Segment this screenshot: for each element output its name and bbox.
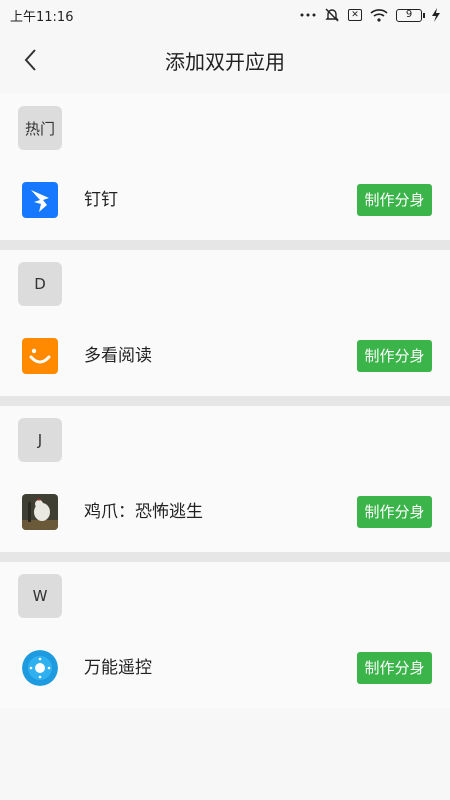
section-header: W: [0, 562, 450, 632]
page-title: 添加双开应用: [165, 50, 285, 74]
app-name: 钉钉: [84, 190, 118, 210]
section-header: D: [0, 250, 450, 320]
section-letter-badge: J: [18, 418, 62, 462]
section-header: 热门: [0, 94, 450, 164]
section-j: J 鸡爪：恐怖逃生 制作分身: [0, 406, 450, 552]
sim-off-icon: ✕: [348, 9, 362, 21]
section-w: W 万能遥控 制作分身: [0, 562, 450, 708]
list-item: 钉钉 制作分身: [0, 164, 450, 240]
wifi-icon: [370, 8, 388, 22]
section-letter-badge: W: [18, 574, 62, 618]
chicken-game-icon: [22, 494, 58, 530]
chevron-left-icon: [23, 48, 37, 76]
list-item: 鸡爪：恐怖逃生 制作分身: [0, 476, 450, 552]
duokan-icon: [22, 338, 58, 374]
status-bar: 上午11:16 ✕ 9: [0, 0, 450, 30]
more-dots-icon: [300, 13, 316, 17]
create-clone-button[interactable]: 制作分身: [357, 652, 432, 684]
list-item: 万能遥控 制作分身: [0, 632, 450, 708]
section-header: J: [0, 406, 450, 476]
list-item: 多看阅读 制作分身: [0, 320, 450, 396]
app-name: 万能遥控: [84, 658, 152, 678]
remote-control-icon: [22, 650, 58, 686]
section-letter-badge: 热门: [18, 106, 62, 150]
app-name: 多看阅读: [84, 346, 152, 366]
status-time: 上午11:16: [10, 9, 74, 25]
section-letter-badge: D: [18, 262, 62, 306]
dingtalk-icon: [22, 182, 58, 218]
header: 添加双开应用: [0, 30, 450, 94]
mute-bell-icon: [324, 7, 340, 23]
create-clone-button[interactable]: 制作分身: [357, 496, 432, 528]
divider: [0, 240, 450, 250]
back-button[interactable]: [10, 42, 50, 82]
section-hot: 热门 钉钉 制作分身: [0, 94, 450, 240]
battery-icon: 9: [396, 8, 425, 22]
divider: [0, 396, 450, 406]
section-d: D 多看阅读 制作分身: [0, 250, 450, 396]
status-icons: ✕ 9: [300, 7, 442, 23]
create-clone-button[interactable]: 制作分身: [357, 340, 432, 372]
charging-icon: [430, 8, 442, 22]
divider: [0, 552, 450, 562]
app-list[interactable]: 热门 钉钉 制作分身 D 多看阅读 制作分身 J 鸡爪：恐怖逃生 制作分身 W …: [0, 94, 450, 708]
app-name: 鸡爪：恐怖逃生: [84, 502, 203, 522]
create-clone-button[interactable]: 制作分身: [357, 184, 432, 216]
